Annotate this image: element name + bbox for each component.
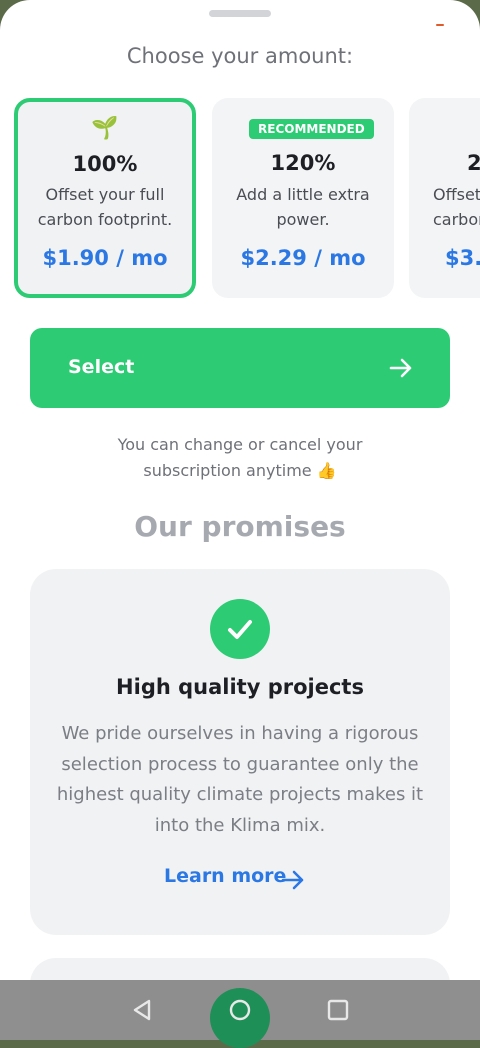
bottom-sheet: Choose your amount: 🌱 100% Offset your f… [0,0,480,1040]
plan-description: Add a little extra power. [236,185,370,229]
plan-card-partial[interactable]: 2 Offset carbon $3.8 [409,98,480,298]
select-button-label: Select [68,356,135,378]
plan-card-100[interactable]: 🌱 100% Offset your full carbon footprint… [14,98,196,298]
arrow-right-icon [389,358,412,378]
learn-more-label: Learn more [164,865,287,887]
promise-title: High quality projects [116,675,364,699]
checkmark-icon [210,599,270,659]
promise-text: We pride ourselves in having a rigorous … [56,723,424,836]
plan-price: $1.90 / mo [42,246,168,270]
back-icon[interactable] [129,996,157,1024]
recents-icon[interactable] [324,996,352,1024]
select-button[interactable]: Select [30,328,450,408]
plan-percent: 2 [467,151,480,175]
sheet-grabber[interactable] [209,10,271,17]
promises-heading: Our promises [134,510,346,543]
cancel-note: You can change or cancel your subscripti… [117,435,363,480]
plan-percent: 120% [270,151,336,175]
arrow-right-icon [281,870,304,890]
plan-price: $3.8 [445,246,480,270]
plan-price: $2.29 / mo [240,246,366,270]
home-icon[interactable] [226,996,254,1024]
plan-description: Offset your full carbon footprint. [37,185,173,229]
system-navigation-bar [0,980,480,1048]
amount-heading: Choose your amount: [126,44,354,68]
plan-description: Offset carbon [433,185,480,229]
seedling-icon: 🌱 [91,116,119,141]
plan-percent: 100% [72,152,138,176]
learn-more-link[interactable]: Learn more [164,865,304,893]
plan-card-120[interactable]: RECOMMENDED 120% Add a little extra powe… [212,98,394,298]
status-indicator [436,24,444,26]
promise-card: High quality projects We pride ourselves… [30,569,450,935]
recommended-badge: RECOMMENDED [249,119,374,139]
